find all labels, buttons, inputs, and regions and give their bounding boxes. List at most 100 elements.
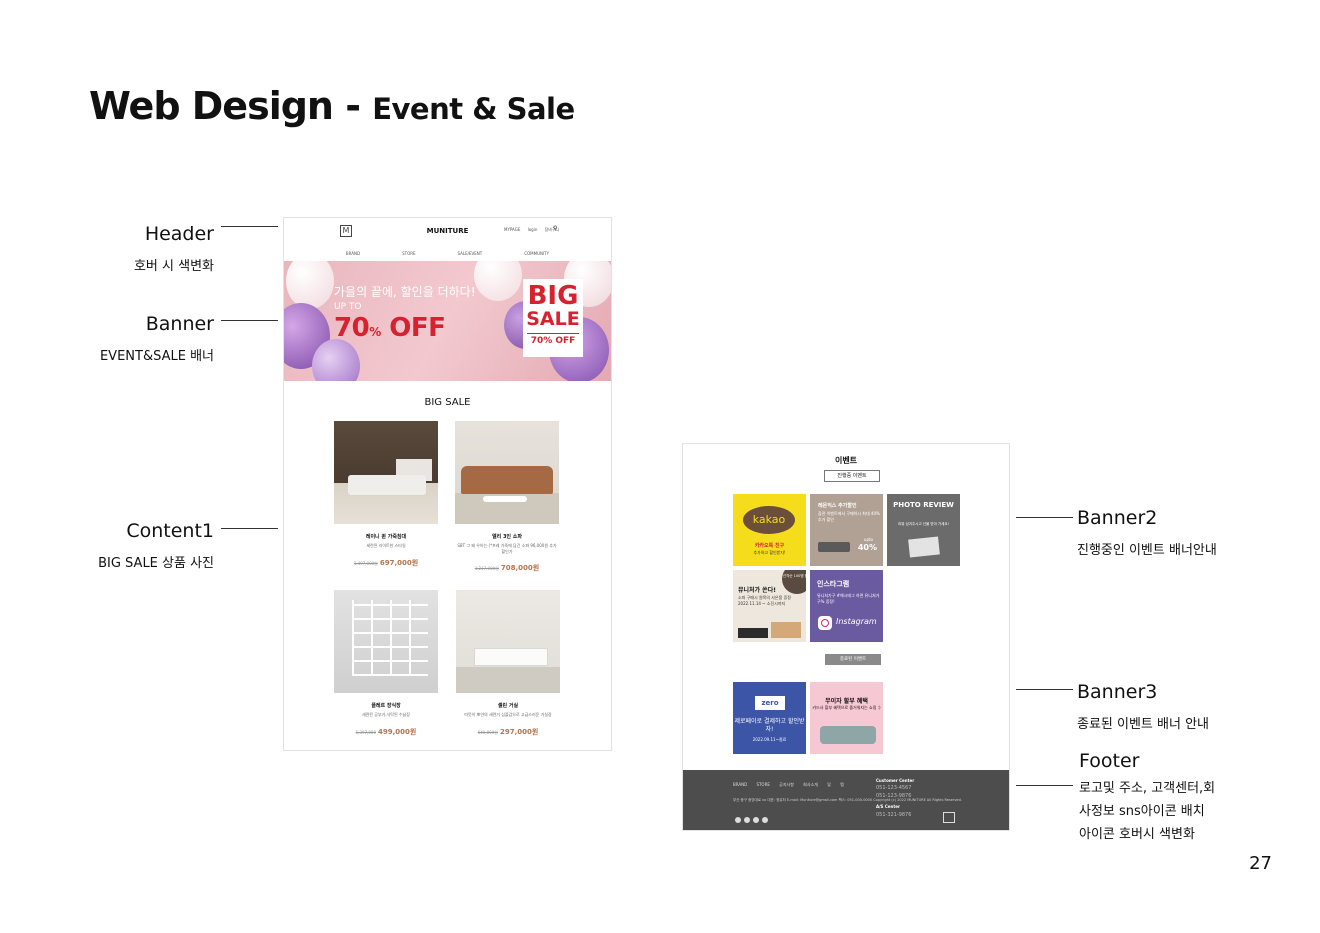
annotation-banner: Banner EVENT&SALE 배너 (100, 313, 214, 369)
bed-body (348, 475, 426, 495)
sns-icon[interactable] (762, 817, 768, 823)
badge-pct: 70% OFF (527, 333, 579, 346)
product-image[interactable] (334, 590, 438, 693)
nav-item-sale-event[interactable]: SALE/EVENT (458, 251, 483, 256)
product-card[interactable]: 레이니 퀸 가죽침대 세련된 라이트한 스타일 1,497,000원 697,00… (334, 421, 438, 568)
mockup-sale-page: M MUNITURE MYPAGE login 장바구니 ⚲ BRAND STO… (283, 217, 612, 751)
event-tile-installment[interactable]: 무이자 할부 혜택 카드사 할부 혜택으로 즐거워지는 쇼핑 :) (810, 682, 883, 754)
heading-sub: Event & Sale (372, 92, 575, 126)
ended-events-button[interactable]: 종료된 이벤트 (825, 654, 881, 665)
tile-pct: 40% (857, 543, 877, 552)
product-image[interactable] (455, 421, 559, 524)
connector-line (1016, 785, 1073, 786)
annotation-banner2: Banner2 진행중인 이벤트 배너안내 (1077, 507, 1217, 563)
mockup-event-page: 이벤트 진행중 이벤트 kakao 카카오톡 친구 추가하고 할인받자! 레몬익… (682, 443, 1010, 831)
tile-heading: 뮤니처가 쏜다! (738, 587, 776, 594)
footer-sns (735, 817, 768, 823)
tile-subtext: 뮤니처가구 #해시태그 하면 뮤니처가구% 증정! (817, 593, 880, 604)
banner-off-pct: % (369, 325, 381, 339)
section-title: BIG SALE (424, 397, 471, 408)
connector-line (221, 528, 278, 529)
annotation-desc-line: 사정보 sns아이콘 배치 (1079, 803, 1205, 819)
mock-footer: BRAND STORE 공지사항 회사소개 및 멤 부산 중구 중앙대로 xx … (683, 770, 1009, 830)
annotation-content1: Content1 BIG SALE 상품 사진 (98, 520, 214, 576)
tile-subtext: 리뷰 남겨주시고 선물 받아 가세요! (898, 522, 949, 526)
instagram-wordmark: Instagram (836, 617, 877, 626)
sns-icon[interactable] (753, 817, 759, 823)
event-tile-photo-review[interactable]: PHOTO REVIEW 리뷰 남겨주시고 선물 받아 가세요! (887, 494, 960, 566)
mock-util-links[interactable]: MYPAGE login 장바구니 (504, 227, 559, 233)
product-image[interactable] (334, 421, 438, 524)
tile-heading: 인스타그램 (817, 580, 850, 588)
mock-nav: BRAND STORE SALE/EVENT COMMUNITY (284, 251, 611, 256)
event-tile-review[interactable]: 레몬익스 추가할인 참관 이벤트에서 구매하시 최대 40% 추가 할인 upt… (810, 494, 883, 566)
tile-heading: PHOTO REVIEW (893, 501, 954, 509)
zeropay-logo: zero (755, 696, 785, 710)
product-card[interactable]: 플레르 장식장 세련된 공부가,식탁된 수납장 1,397,000 499,000… (334, 590, 438, 737)
banner-off-number: 70 (334, 313, 370, 343)
product-desc: 따뜻이 뽀얀의 세련거 심플감으로 고급스러운 거실장 (464, 712, 552, 717)
product-image[interactable] (456, 590, 560, 693)
sale-banner[interactable]: 가을의 끝에, 할인을 더하다! UP TO 70% OFF BIG SALE … (284, 261, 611, 381)
logo-icon[interactable] (943, 812, 955, 823)
product-desc: SBT 그 왜 우아는 (*프레 가죽에 담긴 소파 96,000원 추가 할인… (457, 543, 557, 554)
event-tile-zeropay[interactable]: zero 제로페이로 결제하고 할인받자! 2022.09.11~종료 (733, 682, 806, 754)
sns-icon[interactable] (735, 817, 741, 823)
tile-subtext: 참관 이벤트에서 구매하시 최대 40% 추가 할인 (818, 511, 880, 522)
connector-line (1016, 517, 1073, 518)
product-price: 1,497,000원 697,000원 (334, 558, 438, 568)
customer-center: Customer Center 051-123-4567 051-123-987… (876, 778, 914, 819)
annotation-banner3: Banner3 종료된 이벤트 배너 안내 (1077, 681, 1209, 737)
event-tile-muniture[interactable]: 선착순 100명 한정 뮤니처가 쏜다! 소파 구매시 원목의 사은품 증정 2… (733, 570, 806, 642)
annotation-desc: EVENT&SALE 배너 (99, 349, 214, 364)
price-old: 640,000원 (477, 729, 498, 735)
product-name[interactable]: 레이니 퀸 가죽침대 (334, 533, 438, 540)
annotation-label: Content1 (126, 520, 214, 542)
page-number: 27 (1249, 853, 1272, 874)
annotation-label: Banner3 (1077, 681, 1158, 703)
sns-icon[interactable] (744, 817, 750, 823)
tile-date: 2022.09.11~종료 (752, 737, 787, 742)
annotation-header: Header 호버 시 색변화 (134, 223, 214, 279)
product-name[interactable]: 플레르 장식장 (334, 702, 438, 709)
tile-subtext: 카드사 할부 혜택으로 즐거워지는 쇼핑 :) (812, 705, 881, 710)
annotation-desc: 호버 시 색변화 (133, 259, 214, 274)
event-tile-kakao[interactable]: kakao 카카오톡 친구 추가하고 할인받자! (733, 494, 806, 566)
banner-off: 70% OFF (334, 313, 476, 343)
event-tile-instagram[interactable]: 인스타그램 뮤니처가구 #해시태그 하면 뮤니처가구% 증정! Instagra… (810, 570, 883, 642)
price-old: 1,497,000원 (353, 560, 378, 566)
ongoing-events-button[interactable]: 진행중 이벤트 (824, 470, 880, 482)
event-title: 이벤트 (834, 456, 858, 465)
price-new: 708,000원 (500, 564, 540, 573)
nav-item-brand[interactable]: BRAND (346, 251, 360, 256)
search-icon[interactable]: ⚲ (553, 225, 557, 232)
photo-cards-image (908, 536, 940, 558)
nav-item-store[interactable]: STORE (402, 251, 415, 256)
kakao-logo: kakao (743, 506, 795, 534)
price-new: 499,000원 (378, 727, 417, 736)
product-price: 1,397,000 499,000원 (334, 727, 438, 737)
product-name[interactable]: 엘리 3인 소파 (455, 533, 559, 540)
heading-main: Web Design - (89, 84, 373, 128)
page-heading: Web Design - Event & Sale (89, 84, 575, 128)
shelf-shape (352, 600, 428, 676)
nav-item-community[interactable]: COMMUNITY (524, 251, 549, 256)
product-card[interactable]: 엘리 3인 소파 SBT 그 왜 우아는 (*프레 가죽에 담긴 소파 96,0… (455, 421, 559, 573)
product-price: 1,217,000원 708,000원 (455, 563, 559, 573)
annotation-desc: BIG SALE 상품 사진 (98, 556, 214, 571)
annotation-label: Footer (1079, 750, 1140, 772)
instagram-icon (818, 616, 832, 630)
banner-copy: 가을의 끝에, 할인을 더하다! UP TO 70% OFF (334, 283, 476, 343)
connector-line (221, 226, 278, 227)
as-phone: 051-321-9876 (876, 811, 912, 818)
product-name[interactable]: 셀린 거실 (456, 702, 560, 709)
balloon-image (474, 261, 522, 301)
annotation-desc-line: 로고및 주소, 고객센터,회 (1079, 781, 1216, 796)
product-card[interactable]: 셀린 거실 따뜻이 뽀얀의 세련거 심플감으로 고급스러운 거실장 640,00… (456, 590, 560, 737)
footer-nav[interactable]: BRAND STORE 공지사항 회사소개 및 멤 (733, 782, 844, 788)
badge-sale: SALE (526, 308, 580, 330)
mock-brand[interactable]: MUNITURE (284, 227, 611, 235)
balloon-image (312, 339, 360, 381)
price-new: 697,000원 (379, 558, 419, 567)
badge-big: BIG (527, 281, 579, 311)
